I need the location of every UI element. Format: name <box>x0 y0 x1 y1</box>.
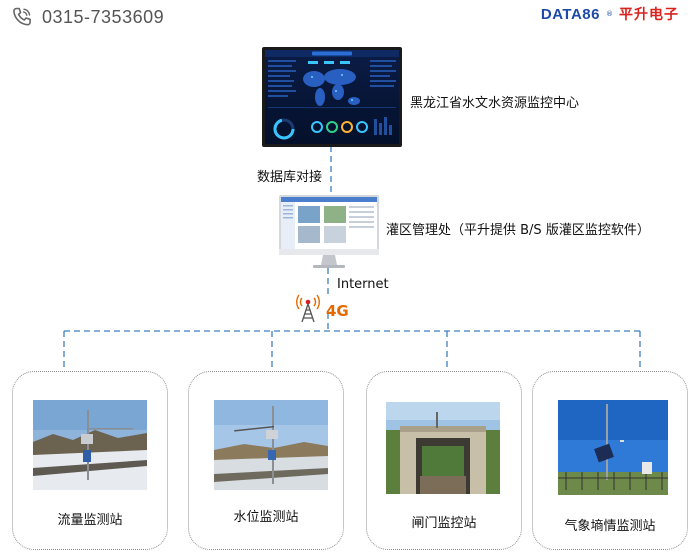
station-card-gate: 闸门监控站 <box>366 371 522 550</box>
station-label-weather-soil: 气象墒情监测站 <box>564 519 656 534</box>
radio-tower-icon <box>296 294 320 323</box>
brand-name-en: DATA86 <box>540 5 600 23</box>
phone-contact: 0315-7353609 <box>10 4 164 30</box>
phone-number: 0315-7353609 <box>42 6 165 27</box>
station-label-water-level: 水位监测站 <box>233 510 299 525</box>
station-card-weather-soil: 气象墒情监测站 <box>532 371 688 550</box>
gate-station-photo <box>386 402 500 494</box>
weather-soil-station-photo <box>558 400 668 495</box>
registered-mark-icon: ® <box>606 10 613 18</box>
flow-station-photo <box>33 400 147 490</box>
water-level-station-photo <box>214 400 328 490</box>
database-link-label: 数据库对接 <box>257 170 323 185</box>
brand-name-cn: 平升电子 <box>619 7 679 23</box>
station-card-water-level: 水位监测站 <box>188 371 344 550</box>
brand-logo: DATA86 ® 平升电子 <box>541 4 679 24</box>
station-label-gate: 闸门监控站 <box>411 516 477 531</box>
station-card-flow: 流量监测站 <box>12 371 168 550</box>
internet-label: Internet <box>337 277 389 292</box>
monitoring-center-label: 黑龙江省水文水资源监控中心 <box>410 96 580 111</box>
office-label: 灌区管理处（平升提供 B/S 版灌区监控软件） <box>386 223 650 238</box>
network-4g-label: 4G <box>326 302 349 320</box>
station-label-flow: 流量监测站 <box>57 513 123 528</box>
monitoring-center-display <box>262 47 402 147</box>
phone-icon <box>13 7 31 26</box>
office-computer <box>279 195 379 268</box>
